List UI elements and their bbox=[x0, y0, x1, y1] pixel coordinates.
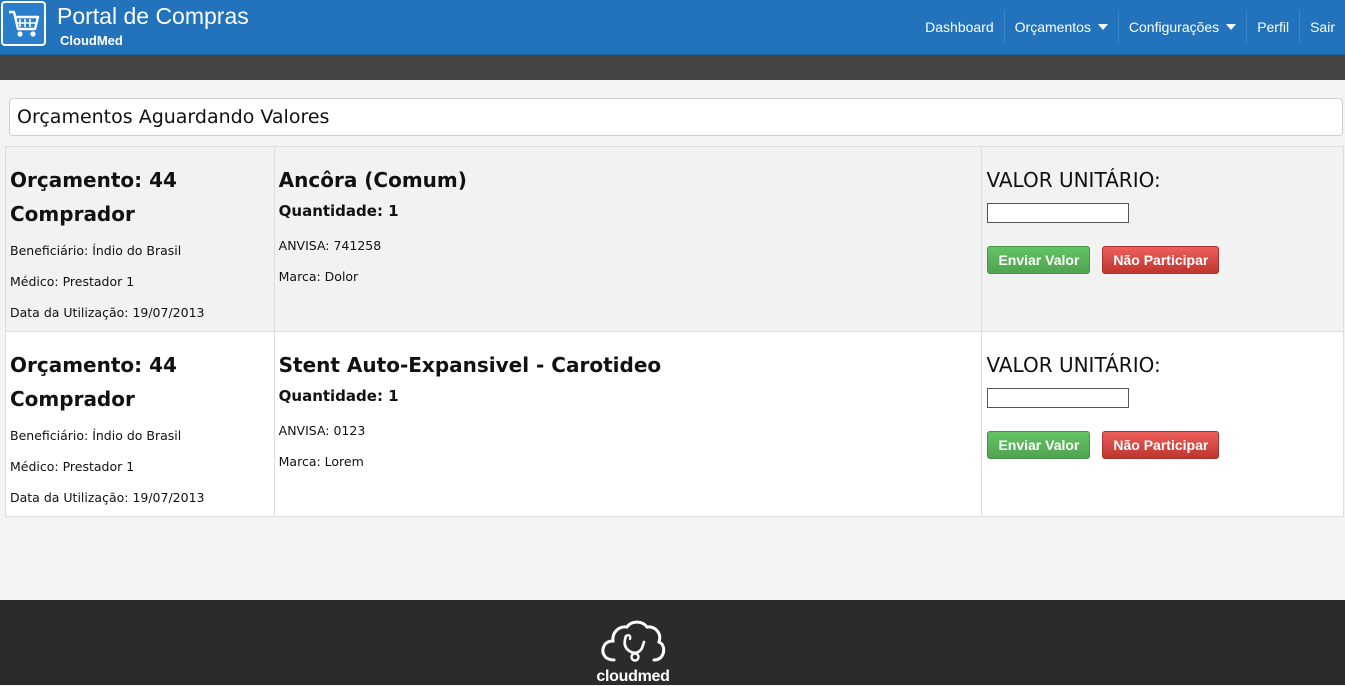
quotes-table: Orçamento: 44 Comprador Beneficiário: Ín… bbox=[5, 146, 1344, 517]
shopping-cart-icon[interactable] bbox=[1, 1, 46, 46]
decline-button[interactable]: Não Participar bbox=[1102, 431, 1220, 459]
unit-value-input[interactable] bbox=[987, 388, 1130, 408]
footer-logo: cloudmed bbox=[592, 618, 674, 686]
value-cell: VALOR UNITÁRIO: Enviar Valor Não Partici… bbox=[981, 146, 1344, 332]
nav-sair-label: Sair bbox=[1310, 19, 1335, 35]
send-value-button[interactable]: Enviar Valor bbox=[987, 246, 1091, 274]
nav-sair[interactable]: Sair bbox=[1299, 10, 1345, 44]
cloud-stethoscope-icon bbox=[601, 620, 666, 662]
usage-date-text: Data da Utilização: 19/07/2013 bbox=[10, 305, 205, 320]
quote-info-cell: Orçamento: 44 Comprador Beneficiário: Ín… bbox=[5, 146, 275, 332]
decline-button[interactable]: Não Participar bbox=[1102, 246, 1220, 274]
usage-date-text: Data da Utilização: 19/07/2013 bbox=[10, 490, 205, 505]
beneficiary-text: Beneficiário: Índio do Brasil bbox=[10, 243, 182, 258]
unit-value-label: VALOR UNITÁRIO: bbox=[986, 168, 1161, 192]
nav-dashboard-label: Dashboard bbox=[925, 19, 994, 35]
quote-number: Orçamento: 44 bbox=[10, 353, 177, 377]
buyer-label: Comprador bbox=[10, 387, 135, 411]
buyer-label: Comprador bbox=[10, 202, 135, 226]
nav-configuracoes[interactable]: Configurações bbox=[1117, 10, 1246, 44]
top-navbar: Portal de Compras CloudMed Dashboard Orç… bbox=[0, 0, 1345, 55]
app-subtitle: CloudMed bbox=[60, 33, 123, 48]
page-title: Orçamentos Aguardando Valores bbox=[9, 98, 1343, 136]
quote-number: Orçamento: 44 bbox=[10, 168, 177, 192]
main-nav: Dashboard Orçamentos Configurações Perfi… bbox=[915, 10, 1345, 44]
product-info-cell: Ancôra (Comum) Quantidade: 1 ANVISA: 741… bbox=[273, 146, 983, 332]
value-cell: VALOR UNITÁRIO: Enviar Valor Não Partici… bbox=[981, 331, 1344, 517]
product-name: Ancôra (Comum) bbox=[278, 168, 467, 192]
brand-text: Marca: Lorem bbox=[278, 454, 364, 469]
product-name: Stent Auto-Expansivel - Carotideo bbox=[278, 353, 662, 377]
nav-perfil-label: Perfil bbox=[1257, 19, 1290, 35]
send-value-button[interactable]: Enviar Valor bbox=[987, 431, 1091, 459]
nav-orcamentos[interactable]: Orçamentos bbox=[1003, 10, 1118, 44]
app-title[interactable]: Portal de Compras bbox=[57, 3, 249, 30]
doctor-text: Médico: Prestador 1 bbox=[10, 459, 135, 474]
footer-logo-text: cloudmed bbox=[596, 668, 670, 685]
table-row: Orçamento: 44 Comprador Beneficiário: Ín… bbox=[5, 331, 1344, 517]
unit-value-label: VALOR UNITÁRIO: bbox=[986, 353, 1161, 377]
nav-configuracoes-label: Configurações bbox=[1128, 19, 1220, 35]
anvisa-text: ANVISA: 741258 bbox=[278, 238, 382, 253]
nav-orcamentos-label: Orçamentos bbox=[1014, 19, 1091, 35]
quantity-text: Quantidade: 1 bbox=[278, 202, 399, 220]
unit-value-input[interactable] bbox=[987, 203, 1130, 223]
caret-down-icon bbox=[1226, 24, 1237, 30]
caret-down-icon bbox=[1097, 24, 1108, 30]
beneficiary-text: Beneficiário: Índio do Brasil bbox=[10, 428, 182, 443]
doctor-text: Médico: Prestador 1 bbox=[10, 274, 135, 289]
brand-text: Marca: Dolor bbox=[278, 269, 359, 284]
footer: cloudmed bbox=[0, 600, 1345, 685]
nav-perfil[interactable]: Perfil bbox=[1246, 10, 1299, 44]
nav-dashboard[interactable]: Dashboard bbox=[915, 10, 1004, 44]
sub-bar bbox=[0, 55, 1345, 80]
anvisa-text: ANVISA: 0123 bbox=[278, 423, 366, 438]
table-row: Orçamento: 44 Comprador Beneficiário: Ín… bbox=[5, 146, 1344, 332]
product-info-cell: Stent Auto-Expansivel - Carotideo Quanti… bbox=[273, 331, 983, 517]
quote-info-cell: Orçamento: 44 Comprador Beneficiário: Ín… bbox=[5, 331, 275, 517]
quantity-text: Quantidade: 1 bbox=[278, 387, 399, 405]
